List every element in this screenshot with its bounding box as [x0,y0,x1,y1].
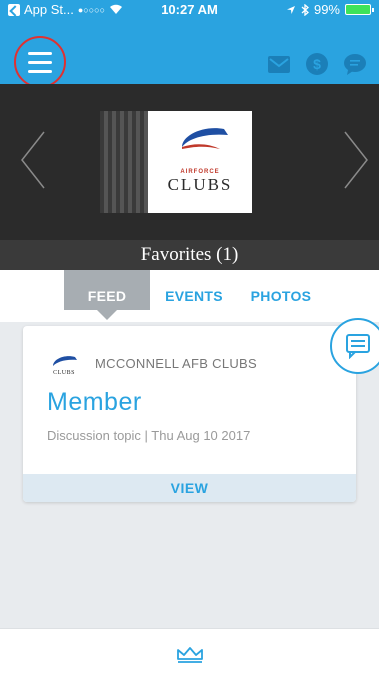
carousel-next-icon[interactable] [341,130,371,190]
card-subtitle: Discussion topic | Thu Aug 10 2017 [47,428,251,443]
battery-percent: 99% [313,2,340,17]
logo-text: CLUBS [167,175,233,194]
menu-icon-line [28,51,52,55]
location-icon [286,5,295,14]
status-bar: App St... ●○○○○ 10:27 AM 99% [0,0,379,20]
nav-action-icons: $ [267,52,367,76]
club-logo[interactable]: AIRFORCE CLUBS [100,111,252,213]
carousel-prev-icon[interactable] [18,130,48,190]
menu-icon-line [28,60,52,64]
top-nav-bar: $ [0,20,379,88]
tab-events[interactable]: EVENTS [158,284,230,322]
crown-icon[interactable] [176,645,204,663]
bluetooth-icon [301,3,309,16]
logo-main: AIRFORCE CLUBS [148,111,252,213]
tab-bar: FEED EVENTS PHOTOS [0,270,379,322]
swoosh-icon [182,128,228,149]
mail-icon[interactable] [267,52,291,76]
favorites-caption: Favorites (1) [0,240,379,270]
menu-button[interactable] [14,36,66,88]
dollar-icon[interactable]: $ [305,52,329,76]
bottom-bar [0,628,379,678]
card-club-name: MCCONNELL AFB CLUBS [95,356,257,371]
discussion-badge [330,318,379,374]
svg-text:CLUBS: CLUBS [53,370,75,376]
view-button[interactable]: VIEW [23,474,356,502]
card-title[interactable]: Member [47,388,142,417]
status-right: 99% [286,2,374,17]
tab-feed[interactable]: FEED [64,270,150,320]
discussion-icon [346,334,370,359]
chat-icon[interactable] [343,52,367,76]
svg-text:$: $ [313,56,321,72]
club-mini-logo-icon: CLUBS [53,356,77,376]
menu-icon-line [28,69,52,73]
battery-icon [345,4,374,15]
favorites-carousel: AIRFORCE CLUBS Favorites (1) [0,84,379,270]
tab-photos[interactable]: PHOTOS [240,284,322,322]
feed-card: CLUBS MCCONNELL AFB CLUBS Member Discuss… [23,326,356,502]
logo-stripes [100,111,148,213]
